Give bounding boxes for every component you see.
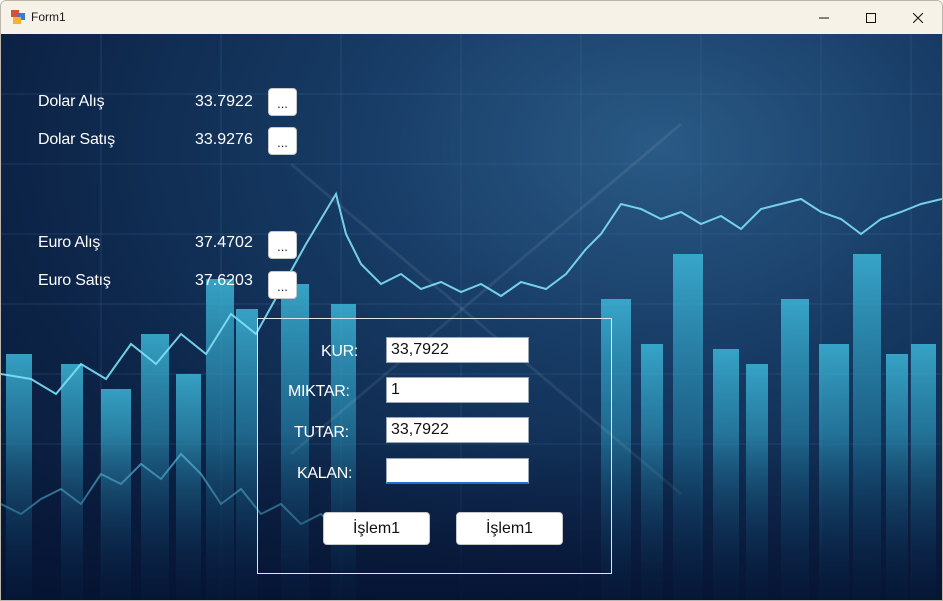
miktar-input[interactable] xyxy=(386,377,529,403)
euro-satis-button[interactable]: ... xyxy=(268,271,297,299)
islem1-button-left[interactable]: İşlem1 xyxy=(323,512,430,545)
kalan-label: KALAN: xyxy=(297,465,353,482)
euro-alis-label: Euro Alış xyxy=(38,234,101,251)
close-button[interactable] xyxy=(895,1,941,34)
form-client-area: Dolar Alış 33.7922 ... Dolar Satış 33.92… xyxy=(1,34,942,600)
dolar-alis-button[interactable]: ... xyxy=(268,88,297,116)
minimize-button[interactable] xyxy=(801,1,847,34)
tutar-input[interactable] xyxy=(386,417,529,443)
kur-input[interactable] xyxy=(386,337,529,363)
dolar-satis-button[interactable]: ... xyxy=(268,127,297,155)
euro-satis-label: Euro Satış xyxy=(38,272,111,289)
window-title: Form1 xyxy=(31,10,66,24)
euro-alis-value: 37.4702 xyxy=(195,234,253,251)
close-icon xyxy=(913,12,923,23)
maximize-icon xyxy=(866,12,876,23)
maximize-button[interactable] xyxy=(848,1,894,34)
miktar-label: MIKTAR: xyxy=(288,383,350,400)
dolar-satis-value: 33.9276 xyxy=(195,131,253,148)
minimize-icon xyxy=(819,17,829,18)
kalan-input[interactable] xyxy=(386,458,529,484)
euro-alis-button[interactable]: ... xyxy=(268,231,297,259)
dolar-alis-value: 33.7922 xyxy=(195,93,253,110)
tutar-label: TUTAR: xyxy=(294,424,349,441)
dolar-alis-label: Dolar Alış xyxy=(38,93,105,110)
kur-label: KUR: xyxy=(321,343,359,360)
euro-satis-value: 37.6203 xyxy=(195,272,253,289)
dolar-satis-label: Dolar Satış xyxy=(38,131,115,148)
app-icon xyxy=(11,10,25,24)
title-bar[interactable]: Form1 xyxy=(1,1,942,34)
islem1-button-right[interactable]: İşlem1 xyxy=(456,512,563,545)
app-window: Form1 Dolar Alış 33.7922 ... Dolar Satış… xyxy=(0,0,943,601)
